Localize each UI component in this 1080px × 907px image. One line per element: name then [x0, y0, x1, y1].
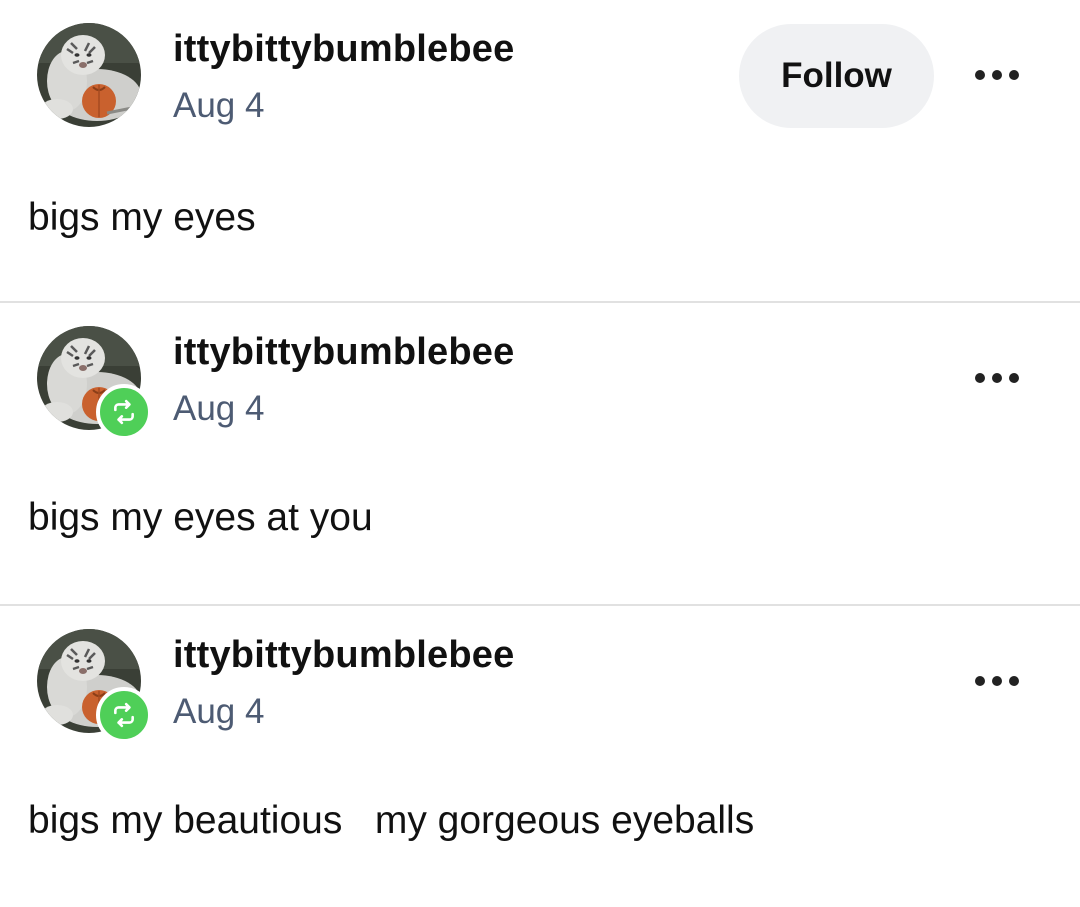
- more-options-icon[interactable]: [962, 661, 1032, 701]
- more-options-icon[interactable]: [962, 358, 1032, 398]
- post-date[interactable]: Aug 4: [173, 389, 264, 429]
- post-1: ittybittybumblebee Aug 4 Follow bigs my …: [0, 0, 1080, 301]
- follow-button[interactable]: Follow: [739, 24, 934, 128]
- more-options-icon[interactable]: [962, 55, 1032, 95]
- post-text: bigs my beautious my gorgeous eyeballs: [28, 799, 755, 842]
- post-date[interactable]: Aug 4: [173, 692, 264, 732]
- post-2: ittybittybumblebee Aug 4 bigs my eyes at…: [0, 301, 1080, 604]
- white-tiger-avatar[interactable]: [37, 23, 141, 127]
- post-text: bigs my eyes at you: [28, 496, 373, 539]
- reblog-icon: [96, 384, 152, 440]
- post-3: ittybittybumblebee Aug 4 bigs my beautio…: [0, 604, 1080, 907]
- username[interactable]: ittybittybumblebee: [173, 331, 514, 374]
- reblog-icon: [96, 687, 152, 743]
- post-text: bigs my eyes: [28, 196, 256, 239]
- username[interactable]: ittybittybumblebee: [173, 634, 514, 677]
- post-date[interactable]: Aug 4: [173, 86, 264, 126]
- username[interactable]: ittybittybumblebee: [173, 28, 514, 71]
